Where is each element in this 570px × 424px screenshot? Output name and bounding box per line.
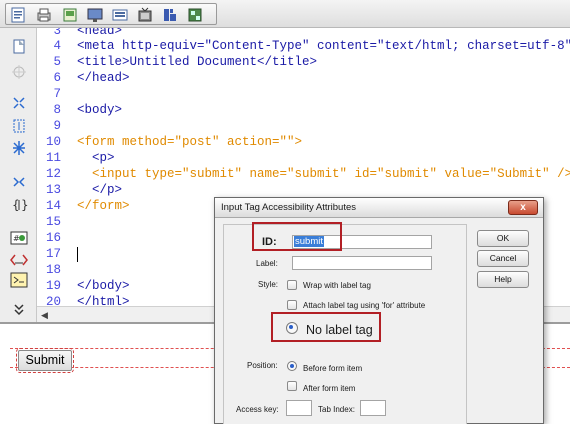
line-number: 8 [53,103,61,117]
image-icon[interactable] [111,6,129,24]
line-number: 4 [53,39,61,53]
code-text: </body> [77,279,130,293]
access-key-label: Access key: [236,405,279,414]
collapse-icon[interactable] [9,63,29,81]
code-text: <title>Untitled Document</title> [77,55,318,69]
label-label: Label: [256,259,278,268]
code-text: <body> [77,103,123,117]
submit-button-preview[interactable]: Submit [16,348,74,373]
cancel-button[interactable]: Cancel [477,250,529,267]
document-icon[interactable] [9,6,27,24]
wrap-icon[interactable] [9,173,29,191]
code-line: 6 </head> [37,70,570,86]
line-number: 9 [53,119,61,133]
line-number: 11 [45,151,61,165]
code-text: </head> [77,71,130,85]
wrap-label-checkbox[interactable] [287,280,297,290]
expand-tag-icon[interactable] [9,94,29,112]
open-document-icon[interactable] [9,38,29,56]
line-number: 17 [45,247,61,261]
code-line: 9 [37,118,570,134]
line-number: 10 [45,135,61,149]
code-toolbar: {} # [0,28,37,322]
scroll-left-icon[interactable]: ◀ [41,310,48,321]
line-number: 14 [45,199,61,213]
balance-icon[interactable] [9,139,29,157]
code-text: <p> [77,151,115,165]
dialog-titlebar[interactable]: Input Tag Accessibility Attributes x [215,198,543,218]
line-number: 6 [53,71,61,85]
before-form-option: Before form item [303,364,363,373]
after-form-radio[interactable] [287,381,297,391]
code-line: 11 <p> [37,150,570,166]
code-line: 7 [37,86,570,102]
before-form-radio[interactable] [287,361,297,371]
line-number: 13 [45,183,61,197]
line-number: 18 [45,263,61,277]
code-text: </form> [77,199,130,213]
text-cursor [77,247,78,262]
line-number: 15 [45,215,61,229]
code-text: <meta http-equiv="Content-Type" content=… [77,39,570,53]
tab-index-field[interactable] [360,400,386,416]
code-text: </p> [77,183,123,197]
grid-icon[interactable] [161,6,179,24]
code-line: 5 <title>Untitled Document</title> [37,54,570,70]
svg-text:}: } [21,198,29,212]
code-line: 8 <body> [37,102,570,118]
code-text: <input type="submit" name="submit" id="s… [77,167,570,181]
code-line: 10 <form method="post" action=""> [37,134,570,150]
after-form-option: After form item [303,384,356,393]
line-number: 7 [53,87,61,101]
code-text: </html> [77,295,130,306]
indent-icon[interactable] [9,271,29,289]
dialog-title: Input Tag Accessibility Attributes [221,202,357,213]
svg-text:#: # [13,234,20,243]
line-number: 19 [45,279,61,293]
svg-text:{: { [12,198,20,212]
print-icon[interactable] [35,6,53,24]
code-line: 4 <meta http-equiv="Content-Type" content… [37,38,570,54]
access-key-field[interactable] [286,400,312,416]
monitor-icon[interactable] [86,6,104,24]
line-number: 16 [45,231,61,245]
line-number: 12 [45,167,61,181]
more-icon[interactable] [9,300,29,318]
comment-icon[interactable]: # [9,229,29,247]
toolbar [0,0,570,28]
help-button[interactable]: Help [477,271,529,288]
snippet-icon[interactable] [9,251,29,269]
tab-index-label: Tab Index: [318,405,355,414]
format-icon[interactable]: {} [9,196,29,214]
code-text: <form method="post" action=""> [77,135,303,149]
accessibility-dialog: Input Tag Accessibility Attributes x ID:… [214,197,544,424]
no-label-highlight-box [271,312,381,342]
close-icon[interactable]: x [508,200,538,215]
attach-label-option: Attach label tag using 'for' attribute [303,301,426,310]
style-label: Style: [258,280,279,289]
code-line: 13 </p> [37,182,570,198]
wrap-label-option: Wrap with label tag [303,281,371,290]
attach-label-checkbox[interactable] [287,300,297,310]
position-label: Position: [247,361,278,370]
media-icon[interactable] [136,6,154,24]
code-line: 12 <input type="submit" name="submit" id… [37,166,570,182]
label-field[interactable] [292,256,432,270]
line-number: 5 [53,55,61,69]
table-icon[interactable] [61,6,79,24]
template-icon[interactable] [186,6,204,24]
id-highlight-box [252,222,342,251]
toolbar-button-group [5,3,217,25]
line-number: 20 [45,295,61,306]
ok-button[interactable]: OK [477,230,529,247]
select-parent-icon[interactable] [9,117,29,135]
